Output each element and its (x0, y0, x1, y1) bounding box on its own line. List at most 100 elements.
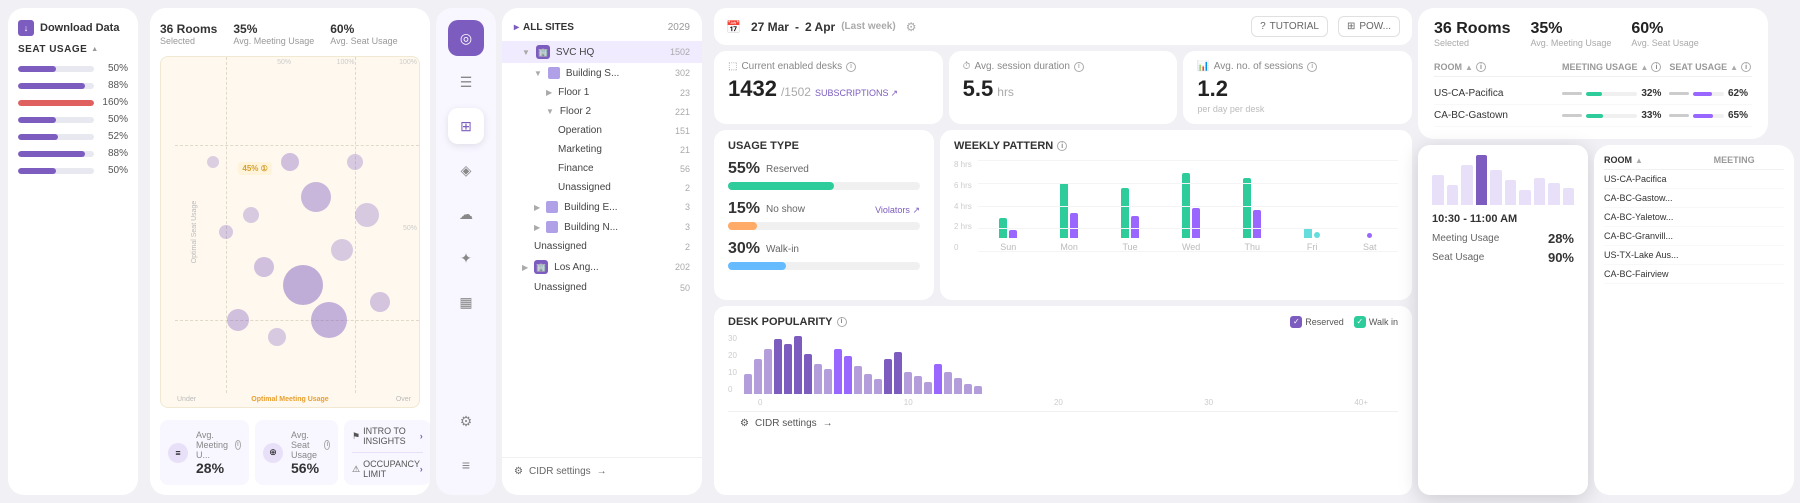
sidebar-icon-settings[interactable]: ⚙ (448, 403, 484, 439)
weekly-bars: Sun Mon (978, 160, 1398, 270)
y-axis: 8 hrs 6 hrs 4 hrs 2 hrs 0 (954, 160, 972, 270)
usage-type-card: USAGE TYPE 55% Reserved 15% No show Vio (714, 130, 934, 300)
usage-rows: 50% 88% 160% 50% 52% 88% 50% (18, 63, 128, 176)
sidebar-icon-list[interactable]: ☰ (448, 64, 484, 100)
check-reserved: ✓ (1290, 316, 1302, 328)
bubble-5 (243, 207, 259, 223)
tutorial-icon: ? (1260, 21, 1266, 32)
grid-line-h2 (175, 320, 419, 321)
pow-button[interactable]: ⊞ POW... (1338, 16, 1400, 37)
pop-bar (884, 359, 892, 394)
check-walkin: ✓ (1354, 316, 1366, 328)
sidebar-icon-logo[interactable]: ◎ (448, 20, 484, 56)
bubble-chart-panel: 36 Rooms Selected 35% Avg. Meeting Usage… (150, 8, 430, 495)
tree-item-building-e[interactable]: ▶ Building E... 3 (502, 197, 702, 217)
avg-seat-stat: 60% Avg. Seat Usage (330, 22, 397, 46)
avg-seat-card: ⊕ Avg. Seat Usage i 56% (255, 420, 338, 485)
avg-session-card: ⏱ Avg. session duration i 5.5 hrs (949, 51, 1178, 124)
optimal-zone-label: 45% ① (238, 162, 271, 175)
main-header: 📅 27 Mar - 2 Apr (Last week) ⚙ ? TUTORIA… (714, 8, 1412, 45)
floor-icon (546, 201, 558, 213)
tree-item-unassigned-svc[interactable]: Unassigned 2 (502, 237, 702, 256)
tree-item-marketing[interactable]: Marketing 21 (502, 140, 702, 159)
bubble-header: 36 Rooms Selected 35% Avg. Meeting Usage… (160, 18, 420, 50)
right-container: 36 Rooms Selected 35% Avg. Meeting Usage… (1418, 8, 1794, 495)
pop-bar (864, 374, 872, 394)
sidebar-icon-grid[interactable]: ⊞ (448, 108, 484, 144)
tutorial-button[interactable]: ? TUTORIAL (1251, 16, 1328, 37)
bubble-6 (281, 153, 299, 171)
sidebar: ◎ ☰ ⊞ ◈ ☁ ✦ ▦ ⚙ ≡ (436, 8, 496, 495)
tree-item-operation[interactable]: Operation 151 (502, 121, 702, 140)
sessions-icon: 📊 (1197, 61, 1209, 72)
cidr-settings[interactable]: ⚙ CIDR settings → (502, 457, 702, 485)
calendar-icon: 📅 (726, 20, 741, 34)
tree-item-building-s[interactable]: ▼ Building S... 302 (502, 63, 702, 83)
x-label-over: Over (396, 396, 411, 403)
usage-row: 88% (18, 148, 128, 159)
charts-row: USAGE TYPE 55% Reserved 15% No show Vio (714, 130, 1412, 300)
sidebar-icon-menu[interactable]: ≡ (448, 447, 484, 483)
meeting-icon: ≡ (168, 443, 188, 463)
cidr-bottom[interactable]: ⚙ CIDR settings → (728, 411, 1398, 435)
pop-bar (894, 352, 902, 394)
download-label: Download Data (40, 22, 119, 34)
x-label-optimal: Optimal Meeting Usage (251, 396, 328, 403)
usage-row: 50% (18, 114, 128, 125)
bottom-stats-row: ≡ Avg. Meeting U... i 28% ⊕ Avg. Seat Us… (160, 420, 420, 485)
sidebar-icon-bulb[interactable]: ✦ (448, 240, 484, 276)
tree-item-floor1[interactable]: ▶ Floor 1 23 (502, 83, 702, 102)
pop-bar (854, 366, 862, 394)
tree-item-floor2[interactable]: ▼ Floor 2 221 (502, 102, 702, 121)
tree-title: ▸ ALL SITES (514, 22, 662, 33)
settings-icon[interactable]: ⚙ (906, 20, 917, 34)
building-icon-la: 🏢 (534, 260, 548, 274)
violators-link[interactable]: Violators ↗ (875, 205, 920, 216)
grid-line-v2 (355, 57, 356, 393)
floor-icon (546, 221, 558, 233)
tree-items: ▼ 🏢 SVC HQ 1502 ▼ Building S... 302 ▶ Fl… (502, 41, 702, 457)
main-content: 📅 27 Mar - 2 Apr (Last week) ⚙ ? TUTORIA… (714, 8, 1412, 495)
tree-item-building-n[interactable]: ▶ Building N... 3 (502, 217, 702, 237)
rooms-selected-stat: 36 Rooms Selected (160, 22, 217, 46)
chevron-icon: ▼ (522, 48, 530, 57)
download-button[interactable]: ↓ Download Data (18, 20, 128, 36)
enabled-desks-card: ⬚ Current enabled desks i 1432 /1502 SUB… (714, 51, 943, 124)
date-range[interactable]: 27 Mar - 2 Apr (Last week) (751, 20, 896, 34)
usage-row: 88% (18, 80, 128, 91)
usage-row: 160% (18, 97, 128, 108)
intro-insights-row[interactable]: ⚑ INTRO TO INSIGHTS › (352, 426, 423, 446)
tree-item-finance[interactable]: Finance 56 (502, 159, 702, 178)
bubble-3 (283, 265, 323, 305)
bubble-14 (227, 309, 249, 331)
tree-item-unassigned-la[interactable]: Unassigned 50 (502, 278, 702, 297)
pop-bar (774, 339, 782, 394)
usage-row: 50% (18, 63, 128, 74)
bubble-12 (347, 154, 363, 170)
stats-row-2: CA-BC-Gastown 33% 65% (1434, 105, 1752, 127)
tree-item-unassigned-f2[interactable]: Unassigned 2 (502, 178, 702, 197)
tree-item-la[interactable]: ▶ 🏢 Los Ang... 202 (502, 256, 702, 278)
sidebar-icon-cloud[interactable]: ☁ (448, 196, 484, 232)
weekly-pattern-card: WEEKLY PATTERN i 8 hrs 6 hrs 4 hrs 2 hrs… (940, 130, 1412, 300)
sidebar-icon-table[interactable]: ▦ (448, 284, 484, 320)
subscriptions-link[interactable]: SUBSCRIPTIONS ↗ (815, 88, 898, 99)
usage-reserved: 55% Reserved (728, 160, 920, 190)
pop-bar (804, 354, 812, 394)
avg-sessions-card: 📊 Avg. no. of sessions i 1.2 per day per… (1183, 51, 1412, 124)
y-axis-label: Optimal Seat Usage (191, 201, 198, 264)
tree-item-svc-hq[interactable]: ▼ 🏢 SVC HQ 1502 (502, 41, 702, 63)
bubble-2 (254, 257, 274, 277)
bubble-9 (311, 302, 347, 338)
weekly-chart: 8 hrs 6 hrs 4 hrs 2 hrs 0 (954, 160, 1398, 270)
bubble-8 (219, 225, 233, 239)
cidr-settings-icon: ⚙ (740, 418, 749, 429)
bubble-1 (301, 182, 331, 212)
download-icon: ↓ (18, 20, 34, 36)
sidebar-icon-diamond[interactable]: ◈ (448, 152, 484, 188)
bottom-right: 10:30 - 11:00 AM Meeting Usage 28% Seat … (1418, 145, 1794, 495)
left-panel: ↓ Download Data SEAT USAGE 50% 88% 160% … (8, 8, 138, 495)
pop-bar (754, 359, 762, 394)
occupancy-limit-row[interactable]: ⚠ OCCUPANCY LIMIT › (352, 459, 423, 479)
avg-meeting-stat: 35% Avg. Meeting Usage (233, 22, 314, 46)
